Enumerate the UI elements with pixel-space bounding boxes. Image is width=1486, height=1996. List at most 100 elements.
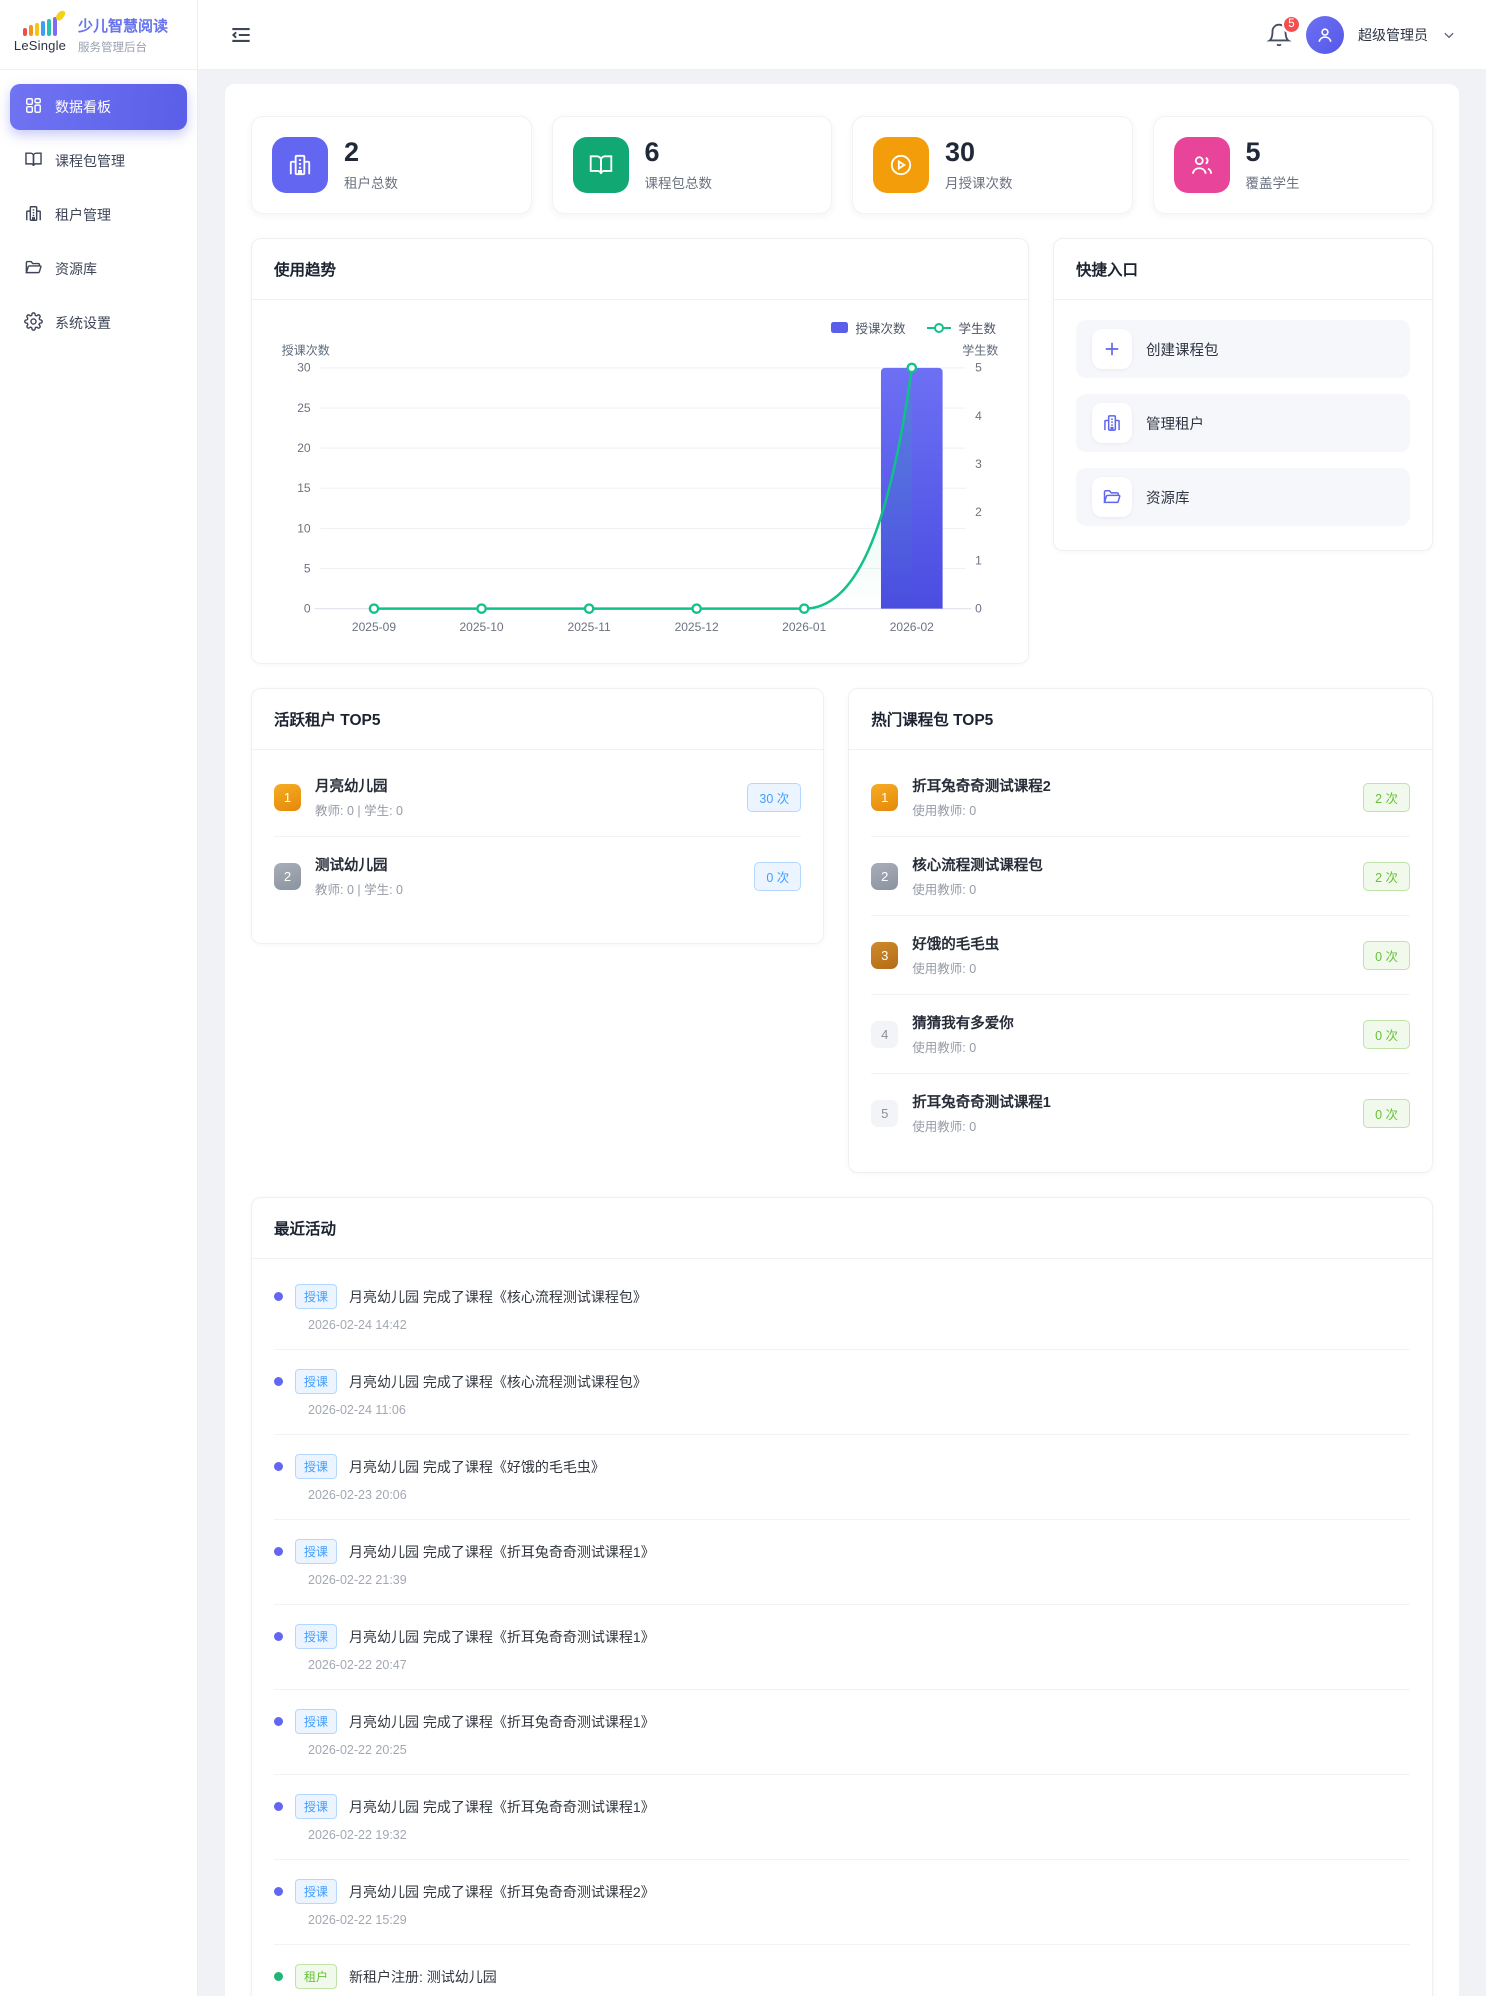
recent-activities-title: 最近活动 bbox=[252, 1198, 1432, 1259]
usage-trend-chart: 授课次数 学生数 30 25 20 15 10 5 bbox=[274, 339, 1006, 643]
package-name: 折耳兔奇奇测试课程2 bbox=[912, 775, 1349, 796]
package-row: 2 核心流程测试课程包 使用教师: 0 2 次 bbox=[871, 837, 1410, 916]
main-area: 5 超级管理员 bbox=[198, 0, 1486, 1996]
sidebar-item-settings[interactable]: 系统设置 bbox=[10, 300, 187, 346]
notifications-button[interactable]: 5 bbox=[1266, 22, 1292, 48]
stat-value: 2 bbox=[344, 138, 398, 168]
tenant-name: 月亮幼儿园 bbox=[315, 775, 733, 796]
svg-text:授课次数: 授课次数 bbox=[282, 342, 330, 357]
logo-icon: LeSingle bbox=[12, 16, 68, 53]
app-root: LeSingle 少儿智慧阅读 服务管理后台 数据看板 课程包管理 租户管理 bbox=[0, 0, 1486, 1996]
activity-type-badge: 授课 bbox=[295, 1369, 337, 1394]
trend-title: 使用趋势 bbox=[252, 239, 1028, 300]
package-meta: 使用教师: 0 bbox=[912, 800, 1349, 819]
activity-type-badge: 授课 bbox=[295, 1794, 337, 1819]
stat-value: 30 bbox=[945, 138, 1013, 168]
activity-row: 授课月亮幼儿园 完成了课程《折耳兔奇奇测试课程1》 2026-02-22 20:… bbox=[274, 1690, 1410, 1775]
hot-packages-title: 热门课程包 TOP5 bbox=[849, 689, 1432, 750]
package-row: 4 猜猜我有多爱你 使用教师: 0 0 次 bbox=[871, 995, 1410, 1074]
activity-type-badge: 授课 bbox=[295, 1454, 337, 1479]
svg-text:2025-09: 2025-09 bbox=[352, 620, 396, 634]
svg-text:30: 30 bbox=[297, 361, 311, 375]
package-name: 折耳兔奇奇测试课程1 bbox=[912, 1091, 1349, 1112]
activity-time: 2026-02-22 19:32 bbox=[308, 1828, 1410, 1842]
activity-row: 授课月亮幼儿园 完成了课程《核心流程测试课程包》 2026-02-24 14:4… bbox=[274, 1265, 1410, 1350]
sidebar-item-packages[interactable]: 课程包管理 bbox=[10, 138, 187, 184]
activity-time: 2026-02-22 15:29 bbox=[308, 1913, 1410, 1927]
stat-card-packages: 6 课程包总数 bbox=[552, 116, 833, 214]
quick-item-resources[interactable]: 资源库 bbox=[1076, 468, 1410, 526]
legend-item-bar[interactable]: 授课次数 bbox=[831, 318, 905, 337]
chevron-down-icon[interactable] bbox=[1442, 28, 1456, 42]
sidebar-item-label: 数据看板 bbox=[55, 97, 111, 117]
usage-count-badge: 2 次 bbox=[1363, 862, 1410, 891]
activity-dot bbox=[274, 1972, 283, 1981]
legend-item-line[interactable]: 学生数 bbox=[927, 318, 996, 337]
legend-label: 学生数 bbox=[958, 318, 996, 337]
usage-count-badge: 0 次 bbox=[754, 862, 801, 891]
activity-dot bbox=[274, 1377, 283, 1386]
svg-text:学生数: 学生数 bbox=[962, 342, 998, 357]
sidebar-item-tenants[interactable]: 租户管理 bbox=[10, 192, 187, 238]
rank-badge: 5 bbox=[871, 1100, 898, 1127]
play-circle-icon bbox=[873, 137, 929, 193]
activity-time: 2026-02-24 14:42 bbox=[308, 1318, 1410, 1332]
tenant-row: 1 月亮幼儿园 教师: 0 | 学生: 0 30 次 bbox=[274, 758, 801, 837]
legend-label: 授课次数 bbox=[855, 318, 905, 337]
activity-type-badge: 租户 bbox=[295, 1964, 337, 1989]
stat-card-tenants: 2 租户总数 bbox=[251, 116, 532, 214]
active-tenants-card: 活跃租户 TOP5 1 月亮幼儿园 教师: 0 | 学生: 0 30 次 bbox=[251, 688, 824, 944]
sidebar-item-label: 租户管理 bbox=[55, 205, 111, 225]
activity-text: 新租户注册: 测试幼儿园 bbox=[349, 1967, 497, 1987]
svg-text:1: 1 bbox=[975, 553, 982, 567]
usage-count-badge: 0 次 bbox=[1363, 1020, 1410, 1049]
svg-text:2: 2 bbox=[975, 505, 982, 519]
svg-text:3: 3 bbox=[975, 457, 982, 471]
svg-text:0: 0 bbox=[304, 602, 311, 616]
activity-type-badge: 授课 bbox=[295, 1539, 337, 1564]
topbar-right: 5 超级管理员 bbox=[1266, 16, 1456, 54]
quick-item-manage-tenants[interactable]: 管理租户 bbox=[1076, 394, 1410, 452]
activity-text: 月亮幼儿园 完成了课程《好饿的毛毛虫》 bbox=[349, 1457, 605, 1477]
quick-item-label: 管理租户 bbox=[1146, 413, 1204, 434]
rank-badge: 2 bbox=[871, 863, 898, 890]
avatar[interactable] bbox=[1306, 16, 1344, 54]
content: 2 租户总数 6 课程包总数 bbox=[198, 70, 1486, 1996]
activity-text: 月亮幼儿园 完成了课程《折耳兔奇奇测试课程1》 bbox=[349, 1627, 655, 1647]
activity-type-badge: 授课 bbox=[295, 1624, 337, 1649]
sidebar-item-label: 课程包管理 bbox=[55, 151, 125, 171]
gear-icon bbox=[24, 312, 43, 334]
usage-count-badge: 2 次 bbox=[1363, 783, 1410, 812]
quick-item-create-package[interactable]: 创建课程包 bbox=[1076, 320, 1410, 378]
row-trend-quick: 使用趋势 授课次数 学生数 bbox=[251, 238, 1433, 664]
activity-dot bbox=[274, 1462, 283, 1471]
logo-bars-icon bbox=[23, 16, 57, 36]
trend-card: 使用趋势 授课次数 学生数 bbox=[251, 238, 1029, 664]
svg-text:20: 20 bbox=[297, 441, 311, 455]
svg-text:5: 5 bbox=[304, 561, 311, 575]
stat-value: 5 bbox=[1246, 138, 1300, 168]
sidebar-item-dashboard[interactable]: 数据看板 bbox=[10, 84, 187, 130]
sidebar-item-label: 资源库 bbox=[55, 259, 97, 279]
user-name[interactable]: 超级管理员 bbox=[1358, 25, 1428, 45]
tenant-name: 测试幼儿园 bbox=[315, 854, 740, 875]
package-name: 猜猜我有多爱你 bbox=[912, 1012, 1349, 1033]
building-icon bbox=[24, 204, 43, 226]
sidebar-collapse-icon[interactable] bbox=[228, 22, 254, 48]
stat-card-lessons: 30 月授课次数 bbox=[852, 116, 1133, 214]
svg-text:2025-10: 2025-10 bbox=[460, 620, 504, 634]
stats-row: 2 租户总数 6 课程包总数 bbox=[251, 116, 1433, 214]
activity-dot bbox=[274, 1632, 283, 1641]
package-row: 5 折耳兔奇奇测试课程1 使用教师: 0 0 次 bbox=[871, 1074, 1410, 1152]
sidebar-item-resources[interactable]: 资源库 bbox=[10, 246, 187, 292]
activity-row: 授课月亮幼儿园 完成了课程《好饿的毛毛虫》 2026-02-23 20:06 bbox=[274, 1435, 1410, 1520]
package-meta: 使用教师: 0 bbox=[912, 958, 1349, 977]
svg-text:2026-01: 2026-01 bbox=[782, 620, 826, 634]
usage-count-badge: 30 次 bbox=[747, 783, 801, 812]
chart-legend: 授课次数 学生数 bbox=[274, 312, 1006, 337]
activity-row: 授课月亮幼儿园 完成了课程《折耳兔奇奇测试课程1》 2026-02-22 21:… bbox=[274, 1520, 1410, 1605]
hot-packages-card: 热门课程包 TOP5 1 折耳兔奇奇测试课程2 使用教师: 0 2 次 bbox=[848, 688, 1433, 1173]
stat-card-students: 5 覆盖学生 bbox=[1153, 116, 1434, 214]
tenant-meta: 教师: 0 | 学生: 0 bbox=[315, 879, 740, 898]
sidebar: LeSingle 少儿智慧阅读 服务管理后台 数据看板 课程包管理 租户管理 bbox=[0, 0, 198, 1996]
